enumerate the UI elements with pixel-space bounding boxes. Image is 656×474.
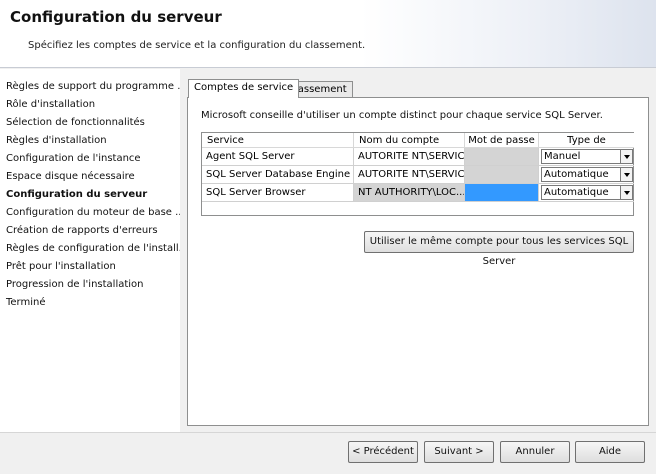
nav-item-disk-space[interactable]: Espace disque nécessaire	[6, 169, 135, 185]
chevron-down-icon[interactable]	[620, 168, 632, 181]
row-account-name[interactable]: AUTORITE NT\SERVIC...	[354, 166, 465, 184]
row-password-field	[465, 148, 539, 166]
row-account-name[interactable]: NT AUTHORITY\LOC...	[354, 184, 465, 202]
nav-item-feature-selection[interactable]: Sélection de fonctionnalités	[6, 115, 145, 131]
startup-type-value: Automatique	[544, 187, 609, 198]
main-content: Comptes de service Classement Microsoft …	[180, 69, 656, 432]
startup-type-dropdown[interactable]: Automatique	[541, 167, 633, 182]
steps-sidebar: Règles de support du programme ... Rôle …	[0, 69, 188, 432]
startup-type-dropdown[interactable]: Manuel	[541, 149, 633, 164]
nav-item-complete[interactable]: Terminé	[6, 295, 46, 311]
nav-item-support-rules[interactable]: Règles de support du programme ...	[6, 79, 187, 95]
chevron-down-icon[interactable]	[620, 186, 632, 199]
nav-item-install-progress[interactable]: Progression de l'installation	[6, 277, 144, 293]
nav-item-server-config[interactable]: Configuration du serveur	[6, 187, 147, 203]
nav-item-install-role[interactable]: Rôle d'installation	[6, 97, 95, 113]
help-button[interactable]: Aide	[575, 441, 645, 463]
info-text: Microsoft conseille d'utiliser un compte…	[201, 110, 603, 121]
next-button[interactable]: Suivant >	[424, 441, 494, 463]
row-service-name[interactable]: SQL Server Database Engine	[202, 166, 354, 184]
footer-divider	[0, 432, 656, 433]
row-password-field[interactable]	[465, 184, 539, 202]
row-password-field	[465, 166, 539, 184]
row-service-name[interactable]: SQL Server Browser	[202, 184, 354, 202]
nav-item-install-rules[interactable]: Règles d'installation	[6, 133, 107, 149]
row-startup-cell: Manuel	[539, 148, 634, 166]
nav-item-config-rules[interactable]: Règles de configuration de l'install...	[6, 241, 188, 257]
nav-item-ready-to-install[interactable]: Prêt pour l'installation	[6, 259, 116, 275]
chevron-down-icon[interactable]	[620, 150, 632, 163]
page-title: Configuration du serveur	[10, 8, 222, 26]
header-banner: Configuration du serveur Spécifiez les c…	[0, 0, 656, 68]
column-header-password: Mot de passe	[465, 133, 539, 148]
cancel-button[interactable]: Annuler	[500, 441, 570, 463]
page-subtitle: Spécifiez les comptes de service et la c…	[28, 40, 366, 51]
column-header-service: Service	[202, 133, 354, 148]
tab-panel-service-accounts: Microsoft conseille d'utiliser un compte…	[187, 97, 649, 426]
row-startup-cell: Automatique	[539, 184, 634, 202]
row-service-name[interactable]: Agent SQL Server	[202, 148, 354, 166]
column-header-account: Nom du compte	[354, 133, 465, 148]
startup-type-value: Manuel	[544, 151, 581, 162]
use-same-account-button[interactable]: Utiliser le même compte pour tous les se…	[364, 231, 634, 267]
row-startup-cell: Automatique	[539, 166, 634, 184]
nav-item-db-engine-config[interactable]: Configuration du moteur de base ...	[6, 205, 185, 221]
startup-type-value: Automatique	[544, 169, 609, 180]
previous-button[interactable]: < Précédent	[348, 441, 418, 463]
column-header-startup-type: Type de démarrage	[539, 133, 634, 161]
service-accounts-grid: Service Nom du compte Mot de passe Type …	[201, 132, 634, 216]
nav-item-instance-config[interactable]: Configuration de l'instance	[6, 151, 141, 167]
row-account-name[interactable]: AUTORITE NT\SERVIC...	[354, 148, 465, 166]
nav-item-error-reporting[interactable]: Création de rapports d'erreurs	[6, 223, 158, 239]
startup-type-dropdown[interactable]: Automatique	[541, 185, 633, 200]
tab-service-accounts[interactable]: Comptes de service	[188, 79, 300, 98]
